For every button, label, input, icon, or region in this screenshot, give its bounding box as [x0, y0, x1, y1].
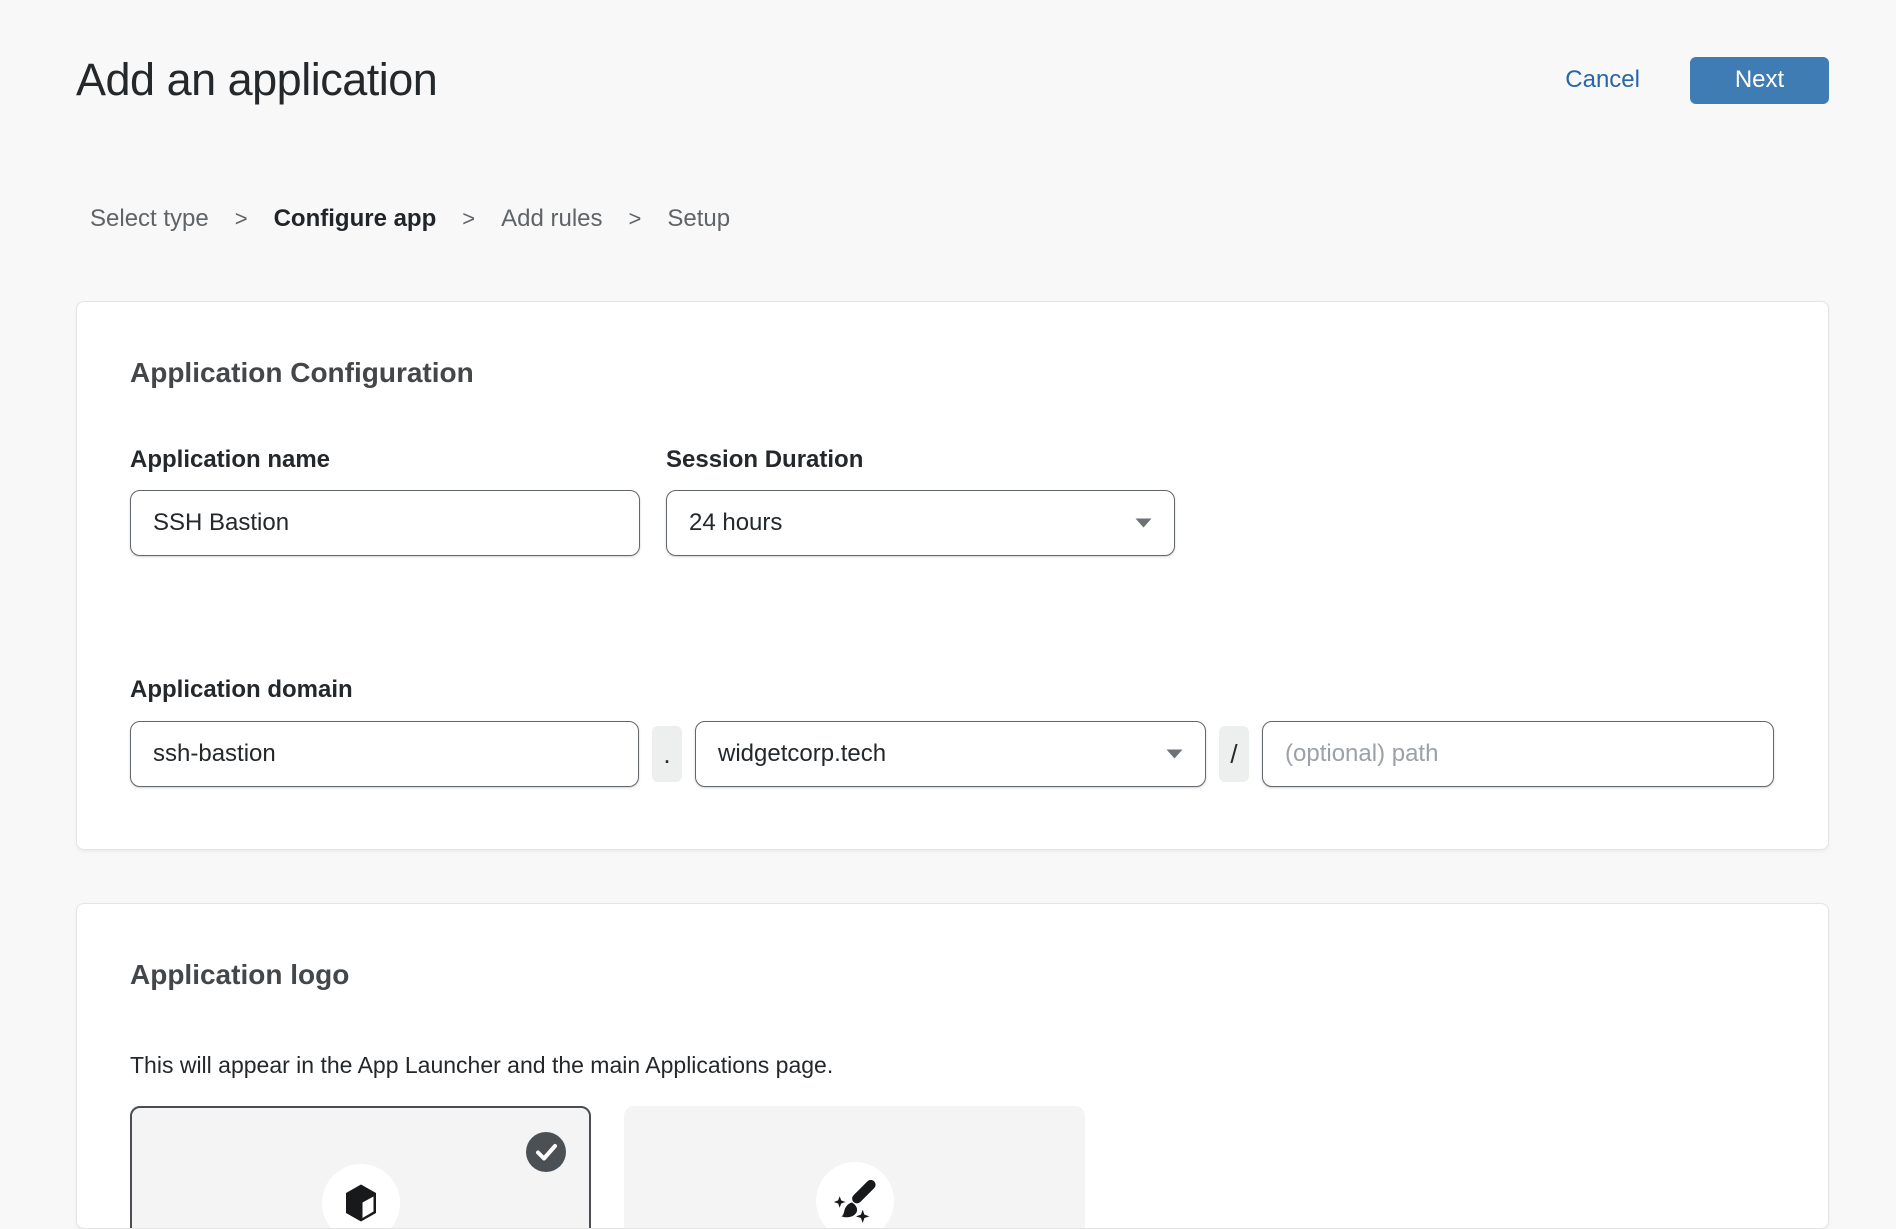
slash-separator: /: [1219, 726, 1249, 782]
domain-select[interactable]: widgetcorp.tech: [695, 721, 1206, 787]
dot-separator: .: [652, 726, 682, 782]
breadcrumb-step-setup[interactable]: Setup: [667, 205, 730, 233]
breadcrumb-step-configure-app[interactable]: Configure app: [274, 205, 437, 233]
application-name-field: Application name: [130, 446, 640, 556]
logo-options: [130, 1106, 1774, 1229]
custom-logo-circle: [816, 1162, 894, 1229]
session-duration-select[interactable]: 24 hours: [666, 490, 1175, 556]
application-logo-description: This will appear in the App Launcher and…: [130, 1052, 1774, 1078]
logo-option-custom[interactable]: [624, 1106, 1085, 1229]
paintbrush-icon: [832, 1177, 878, 1225]
breadcrumb-separator: >: [235, 206, 248, 232]
selected-check-icon: [526, 1132, 566, 1172]
next-button[interactable]: Next: [1690, 57, 1829, 104]
application-logo-heading: Application logo: [130, 960, 1774, 990]
breadcrumb-step-select-type[interactable]: Select type: [90, 205, 209, 233]
application-name-label: Application name: [130, 446, 640, 474]
application-domain-label: Application domain: [130, 676, 1774, 704]
cancel-button[interactable]: Cancel: [1565, 66, 1640, 94]
chevron-down-icon: [1166, 749, 1183, 759]
logo-option-default[interactable]: [130, 1106, 591, 1229]
domain-select-value: widgetcorp.tech: [718, 740, 886, 768]
breadcrumb-step-add-rules[interactable]: Add rules: [501, 205, 602, 233]
application-domain-row: . widgetcorp.tech /: [130, 721, 1774, 787]
breadcrumb: Select type > Configure app > Add rules …: [90, 205, 1829, 233]
breadcrumb-separator: >: [462, 206, 475, 232]
page-header: Add an application Cancel Next: [76, 0, 1829, 110]
application-logo-card: Application logo This will appear in the…: [76, 903, 1829, 1229]
page-title: Add an application: [76, 54, 437, 106]
cube-icon: [341, 1182, 381, 1224]
application-configuration-heading: Application Configuration: [130, 358, 1774, 388]
chevron-down-icon: [1135, 518, 1152, 528]
default-logo-circle: [322, 1164, 400, 1229]
session-duration-value: 24 hours: [689, 509, 782, 537]
subdomain-input[interactable]: [130, 721, 639, 787]
application-domain-field: Application domain . widgetcorp.tech /: [130, 676, 1774, 787]
application-name-input[interactable]: [130, 490, 640, 556]
session-duration-field: Session Duration 24 hours: [666, 446, 1175, 556]
breadcrumb-separator: >: [629, 206, 642, 232]
add-application-page: Add an application Cancel Next Select ty…: [0, 0, 1896, 1229]
name-duration-row: Application name Session Duration 24 hou…: [130, 446, 1774, 556]
application-configuration-card: Application Configuration Application na…: [76, 301, 1829, 850]
path-input[interactable]: [1262, 721, 1774, 787]
header-actions: Cancel Next: [1565, 57, 1829, 104]
session-duration-label: Session Duration: [666, 446, 1175, 474]
